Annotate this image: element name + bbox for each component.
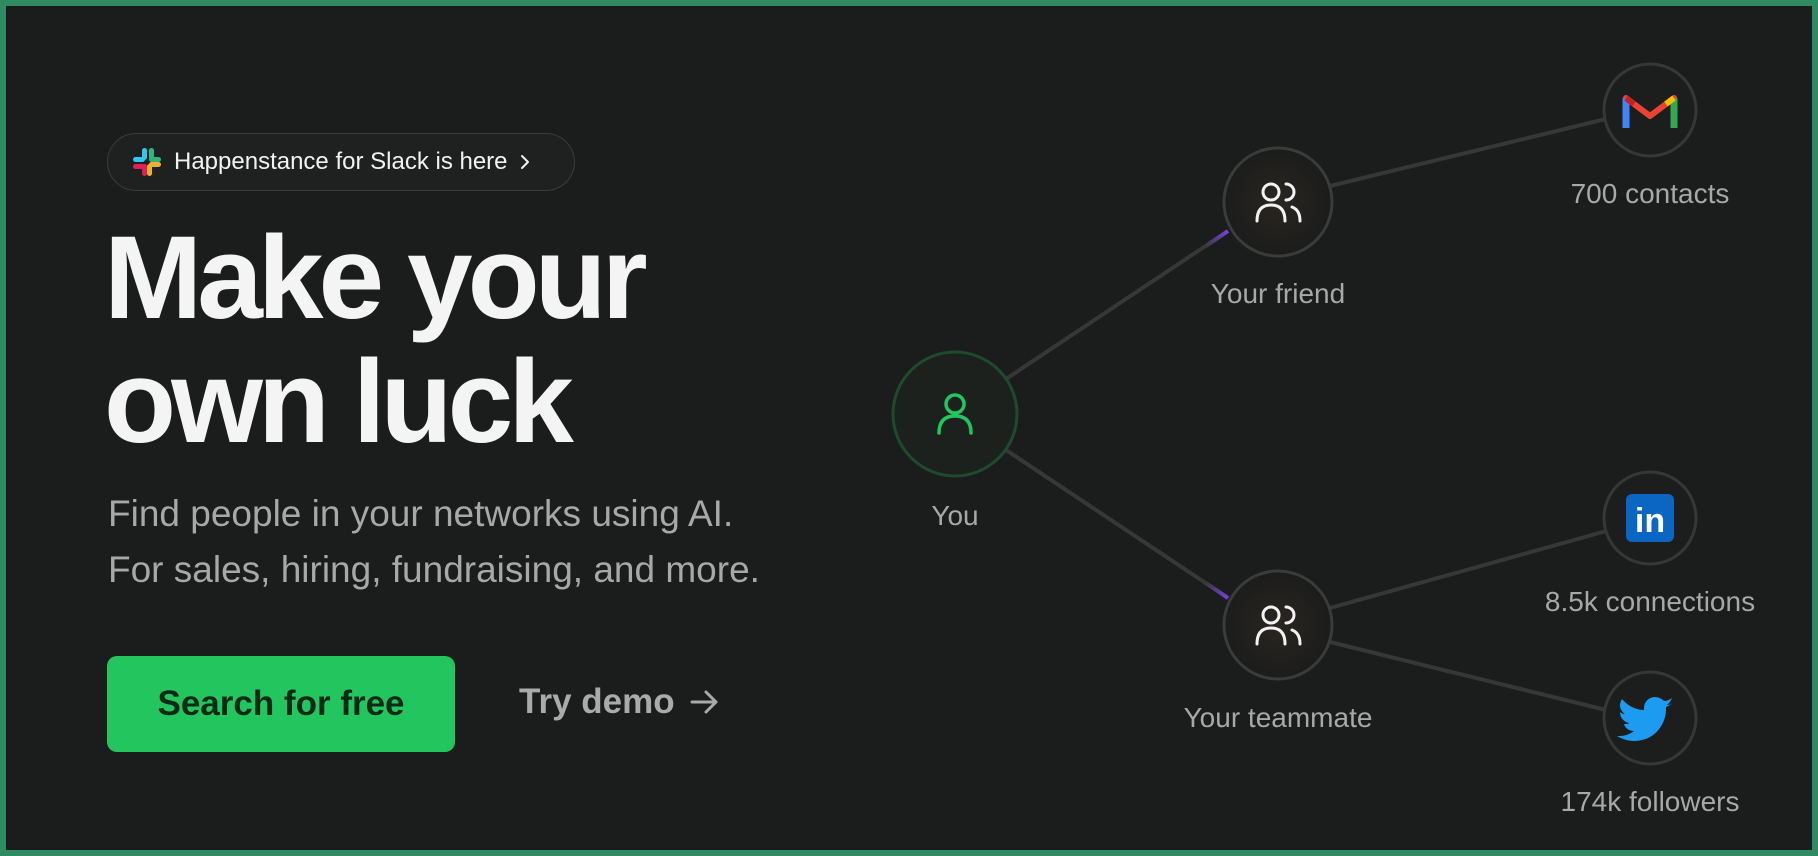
edge-you-teammate bbox=[1004, 448, 1230, 600]
linkedin-node: in bbox=[1602, 470, 1698, 566]
edge-you-friend-accent bbox=[1204, 229, 1230, 248]
twitter-node bbox=[1602, 670, 1698, 766]
twitter-followers-label: 174k followers bbox=[1560, 786, 1740, 817]
gmail-contacts-label: 700 contacts bbox=[1570, 178, 1730, 209]
you-label: You bbox=[931, 500, 979, 531]
gmail-icon bbox=[1622, 95, 1678, 128]
linkedin-connections-label: 8.5k connections bbox=[1544, 586, 1756, 617]
friend-node bbox=[1222, 146, 1334, 258]
linkedin-icon: in bbox=[1626, 494, 1674, 542]
gmail-node bbox=[1602, 62, 1698, 158]
friend-label: Your friend bbox=[1210, 278, 1346, 309]
svg-text:in: in bbox=[1635, 502, 1665, 540]
teammate-label: Your teammate bbox=[1183, 702, 1373, 733]
edge-you-friend bbox=[1004, 229, 1230, 381]
network-graph: in bbox=[891, 62, 1698, 766]
teammate-node bbox=[1222, 569, 1334, 681]
edge-friend-gmail bbox=[1329, 116, 1611, 188]
edge-teammate-twitter bbox=[1329, 640, 1611, 713]
you-node bbox=[891, 350, 1019, 478]
hero-frame: Happenstance for Slack is here Make your… bbox=[6, 6, 1812, 850]
edge-you-teammate-accent bbox=[1204, 581, 1230, 600]
